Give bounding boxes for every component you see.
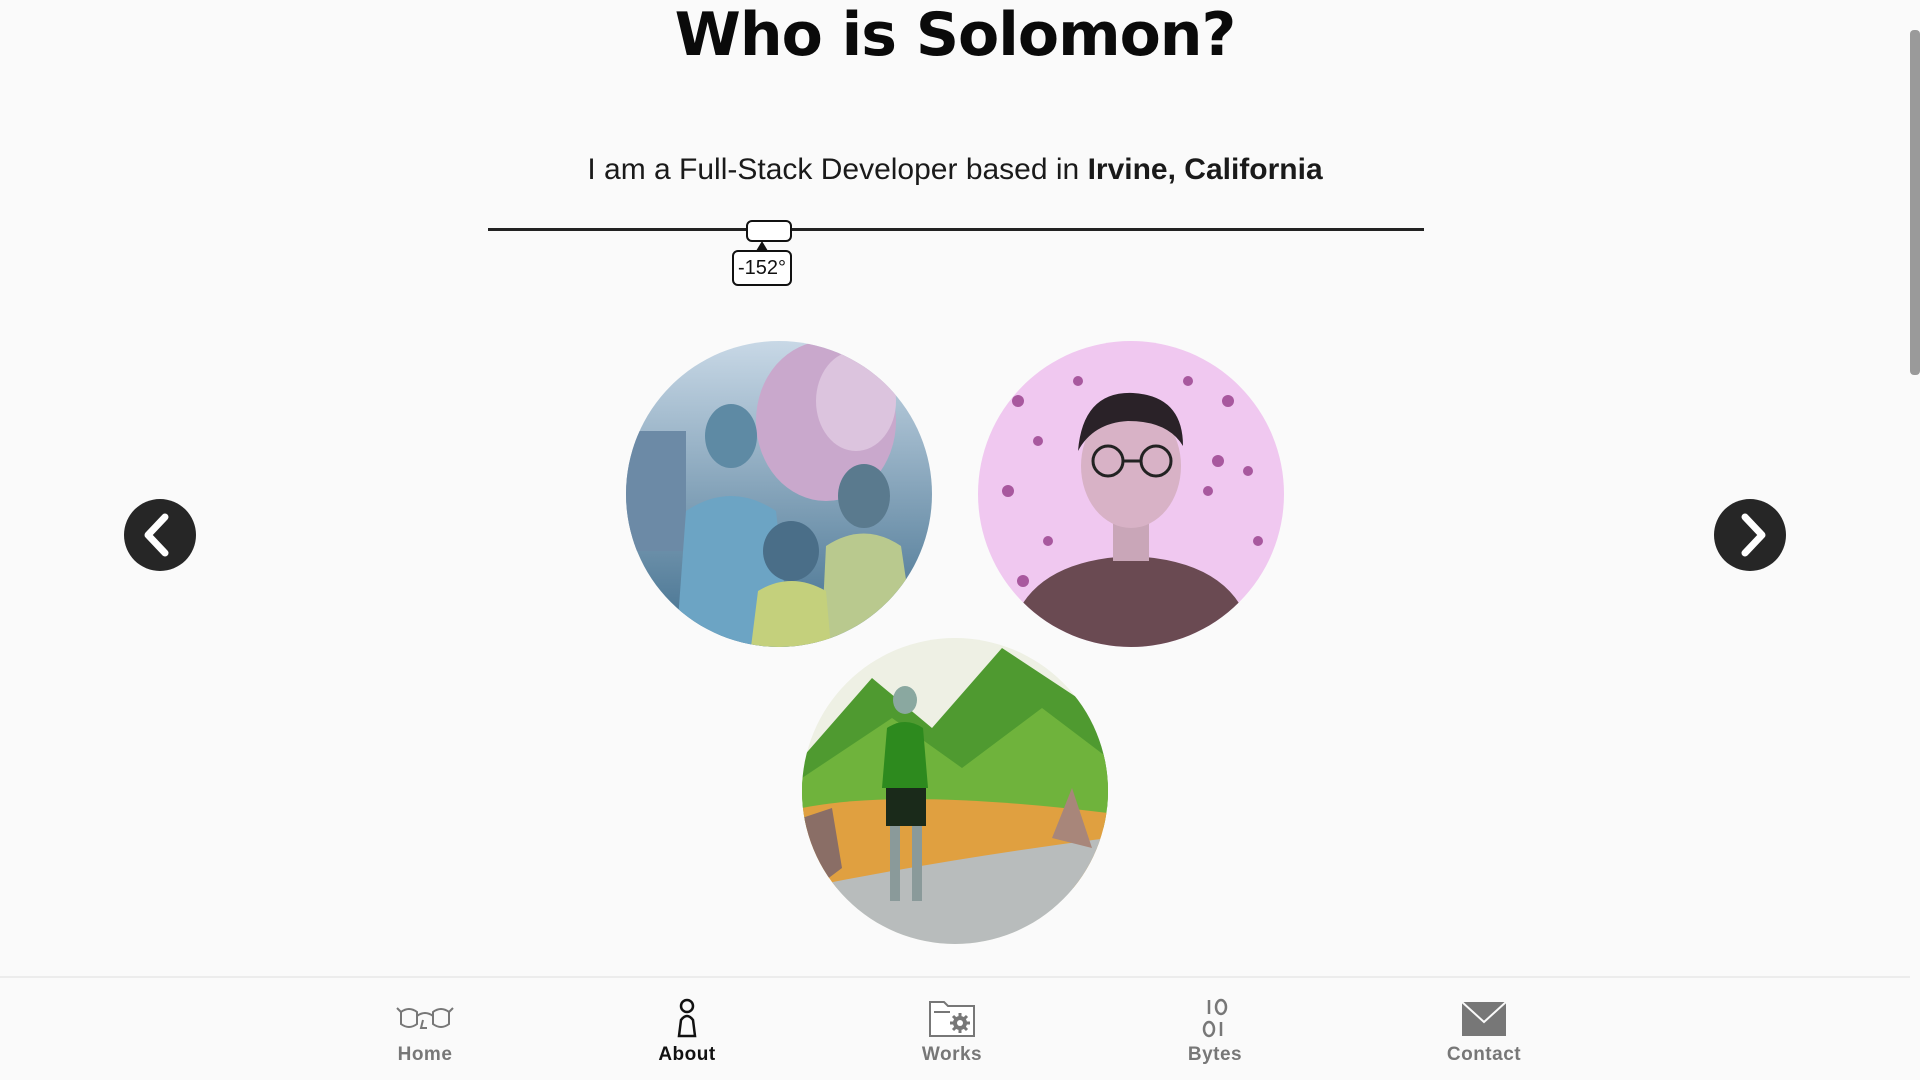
nav-item-home[interactable]: Home	[365, 996, 485, 1076]
nav-label-home: Home	[397, 1044, 453, 1065]
rotation-slider-track[interactable]	[488, 228, 1424, 231]
envelope-icon	[1424, 996, 1544, 1040]
about-page: Who is Solomon? I am a Full-Stack Develo…	[0, 0, 1920, 1080]
nav-label-works: Works	[921, 1044, 983, 1065]
rotation-slider-handle[interactable]	[746, 220, 792, 242]
carousel-prev-button[interactable]	[124, 499, 196, 571]
chevron-right-icon	[1741, 513, 1766, 557]
binary-icon	[1155, 996, 1275, 1040]
intro-prefix: I am a Full-Stack Developer based in	[587, 153, 1088, 186]
rotation-value-label: -152°	[732, 250, 792, 286]
nav-label-about: About	[658, 1044, 716, 1065]
nav-item-bytes[interactable]: Bytes	[1155, 996, 1275, 1076]
chevron-left-icon	[144, 513, 169, 557]
folder-gear-icon	[892, 996, 1012, 1040]
intro-text: I am a Full-Stack Developer based in Irv…	[0, 150, 1910, 190]
nav-item-about[interactable]: About	[627, 996, 747, 1076]
person-icon	[627, 996, 747, 1040]
nav-item-contact[interactable]: Contact	[1424, 996, 1544, 1076]
location-text: Irvine, California	[1087, 153, 1323, 186]
glasses-icon	[365, 996, 485, 1040]
page-title: Who is Solomon?	[674, 0, 1237, 70]
hiking-photo[interactable]	[802, 638, 1108, 944]
portrait-photo[interactable]	[978, 341, 1284, 647]
nav-label-contact: Contact	[1446, 1044, 1522, 1065]
carousel-next-button[interactable]	[1714, 499, 1786, 571]
family-photo[interactable]	[626, 341, 932, 647]
nav-item-works[interactable]: Works	[892, 996, 1012, 1076]
bottom-navigation: Home About Works Bytes Contact	[0, 976, 1910, 1080]
nav-label-bytes: Bytes	[1187, 1044, 1243, 1065]
page-scrollbar[interactable]	[1910, 30, 1920, 375]
